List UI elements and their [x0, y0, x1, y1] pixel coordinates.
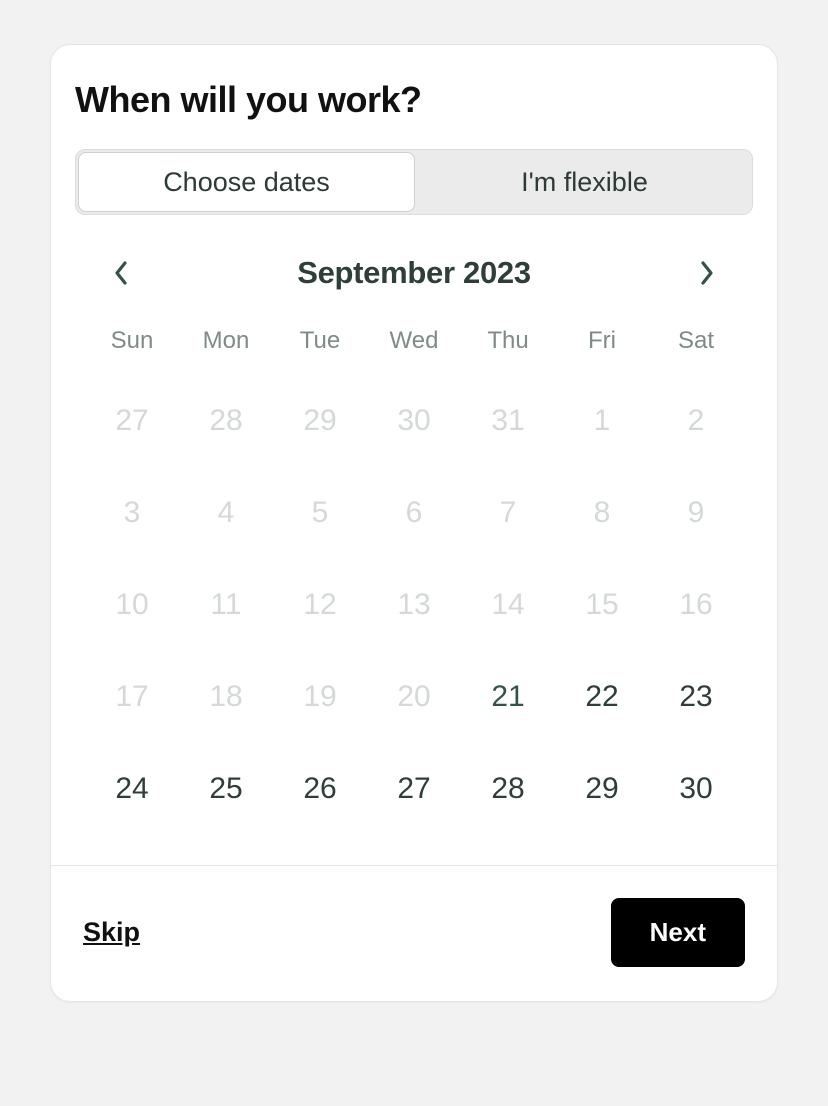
calendar-day: 10	[85, 559, 179, 651]
month-label: September 2023	[297, 255, 531, 291]
calendar-day: 1	[555, 375, 649, 467]
date-picker-card: When will you work? Choose dates I'm fle…	[50, 44, 778, 1002]
next-month-button[interactable]	[689, 255, 725, 291]
calendar-day: 12	[273, 559, 367, 651]
calendar-day: 19	[273, 651, 367, 743]
calendar-day: 30	[367, 375, 461, 467]
calendar-day: 6	[367, 467, 461, 559]
calendar-day[interactable]: 26	[273, 743, 367, 835]
calendar-header: September 2023	[85, 255, 743, 291]
page-title: When will you work?	[75, 79, 753, 121]
calendar-day: 8	[555, 467, 649, 559]
weekday-label: Fri	[555, 317, 649, 375]
chevron-left-icon	[112, 259, 130, 287]
calendar: September 2023 SunMonTueWedThuFriSat 272…	[75, 215, 753, 865]
calendar-day[interactable]: 28	[461, 743, 555, 835]
weekday-label: Wed	[367, 317, 461, 375]
weekday-label: Tue	[273, 317, 367, 375]
calendar-day[interactable]: 25	[179, 743, 273, 835]
tab-label: Choose dates	[163, 167, 330, 198]
calendar-day: 20	[367, 651, 461, 743]
calendar-day: 7	[461, 467, 555, 559]
calendar-day: 27	[85, 375, 179, 467]
weekday-row: SunMonTueWedThuFriSat	[85, 317, 743, 375]
calendar-day: 14	[461, 559, 555, 651]
calendar-day: 29	[273, 375, 367, 467]
prev-month-button[interactable]	[103, 255, 139, 291]
weekday-label: Thu	[461, 317, 555, 375]
skip-button[interactable]: Skip	[83, 917, 140, 948]
calendar-day[interactable]: 29	[555, 743, 649, 835]
tab-label: I'm flexible	[521, 167, 648, 198]
weekday-label: Sat	[649, 317, 743, 375]
calendar-day: 31	[461, 375, 555, 467]
mode-tabs: Choose dates I'm flexible	[75, 149, 753, 215]
calendar-day[interactable]: 22	[555, 651, 649, 743]
chevron-right-icon	[698, 259, 716, 287]
calendar-day: 28	[179, 375, 273, 467]
calendar-day: 2	[649, 375, 743, 467]
calendar-day: 5	[273, 467, 367, 559]
footer: Skip Next	[51, 865, 777, 1001]
calendar-day: 9	[649, 467, 743, 559]
next-button[interactable]: Next	[611, 898, 745, 967]
card-body: When will you work? Choose dates I'm fle…	[51, 45, 777, 865]
calendar-day: 11	[179, 559, 273, 651]
weekday-label: Mon	[179, 317, 273, 375]
tab-flexible[interactable]: I'm flexible	[417, 150, 752, 214]
calendar-day[interactable]: 21	[461, 651, 555, 743]
calendar-day: 17	[85, 651, 179, 743]
tab-choose-dates[interactable]: Choose dates	[78, 152, 415, 212]
calendar-day[interactable]: 27	[367, 743, 461, 835]
calendar-day[interactable]: 23	[649, 651, 743, 743]
calendar-day: 15	[555, 559, 649, 651]
calendar-day[interactable]: 24	[85, 743, 179, 835]
calendar-day: 18	[179, 651, 273, 743]
calendar-day: 16	[649, 559, 743, 651]
calendar-day: 13	[367, 559, 461, 651]
calendar-day: 3	[85, 467, 179, 559]
calendar-day[interactable]: 30	[649, 743, 743, 835]
weekday-label: Sun	[85, 317, 179, 375]
days-grid: 2728293031123456789101112131415161718192…	[85, 375, 743, 835]
calendar-day: 4	[179, 467, 273, 559]
